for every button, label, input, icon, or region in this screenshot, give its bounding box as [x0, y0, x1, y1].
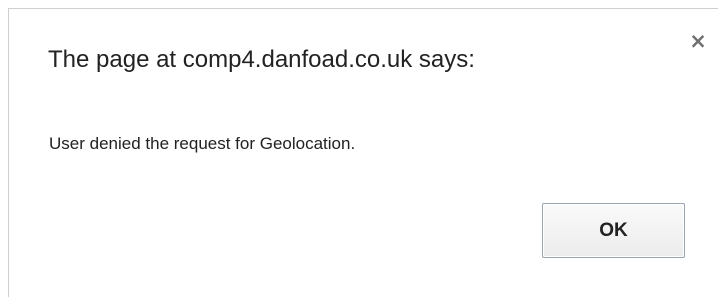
ok-button[interactable]: OK [542, 203, 685, 258]
dialog-title: The page at comp4.danfoad.co.uk says: [48, 46, 475, 73]
alert-dialog: The page at comp4.danfoad.co.uk says: × … [8, 8, 718, 297]
close-icon[interactable]: × [686, 29, 710, 53]
dialog-message: User denied the request for Geolocation. [49, 134, 356, 153]
